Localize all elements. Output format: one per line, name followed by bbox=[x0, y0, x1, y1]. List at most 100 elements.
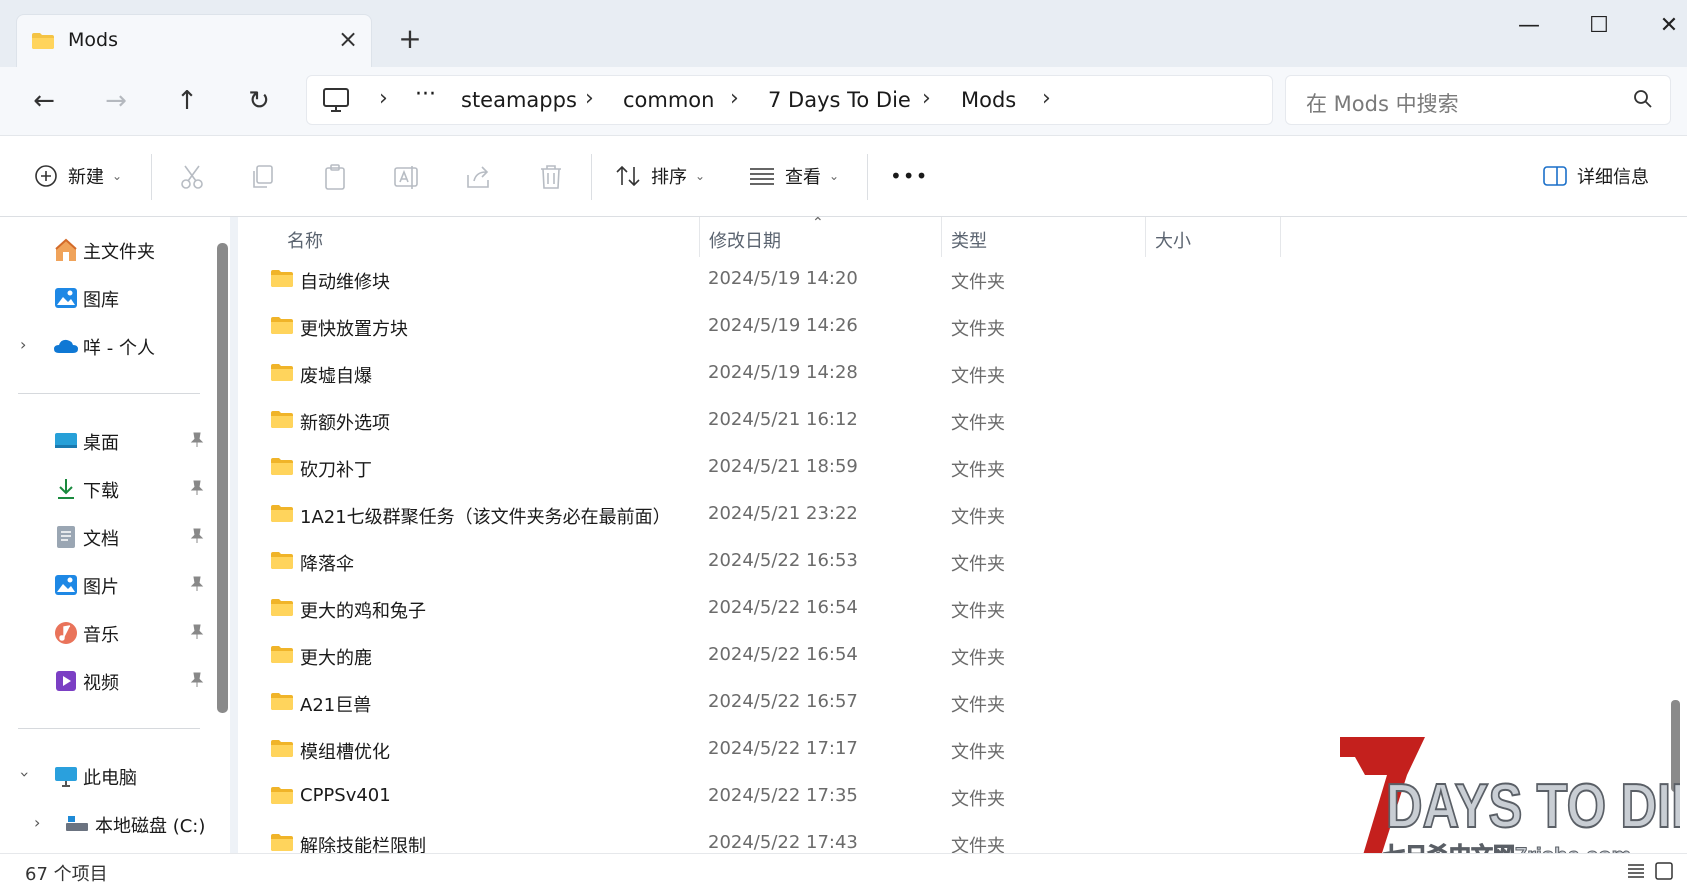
column-header-date[interactable]: 修改日期 bbox=[709, 227, 781, 253]
tab-mods[interactable]: Mods × bbox=[16, 14, 372, 68]
more-options-button[interactable]: ••• bbox=[890, 156, 928, 196]
rename-icon[interactable] bbox=[392, 162, 422, 192]
chevron-right-icon[interactable]: › bbox=[922, 86, 931, 111]
table-row[interactable]: A21巨兽 2024/5/22 16:57 文件夹 bbox=[238, 680, 1438, 724]
folder-icon bbox=[271, 834, 293, 851]
table-row[interactable]: 更快放置方块 2024/5/19 14:26 文件夹 bbox=[238, 304, 1438, 348]
file-date: 2024/5/21 16:12 bbox=[708, 409, 858, 430]
folder-icon bbox=[271, 599, 293, 616]
table-row[interactable]: 更大的鸡和兔子 2024/5/22 16:54 文件夹 bbox=[238, 586, 1438, 630]
folder-icon bbox=[271, 505, 293, 522]
new-button[interactable]: 新建 ⌄ bbox=[34, 156, 122, 196]
minimize-button[interactable]: — bbox=[1502, 8, 1556, 44]
view-button[interactable]: 查看 ⌄ bbox=[749, 156, 839, 196]
breadcrumb-common[interactable]: common bbox=[623, 88, 714, 112]
pin-icon[interactable] bbox=[188, 623, 206, 641]
delete-icon[interactable] bbox=[536, 162, 566, 192]
file-type: 文件夹 bbox=[951, 789, 1005, 810]
sidebar-item-desktop[interactable]: 桌面 bbox=[0, 421, 215, 461]
search-input[interactable]: 在 Mods 中搜索 bbox=[1306, 88, 1459, 118]
pin-icon[interactable] bbox=[188, 527, 206, 545]
column-divider[interactable] bbox=[1145, 217, 1146, 257]
sidebar-item-music[interactable]: 音乐 bbox=[0, 613, 215, 653]
close-tab-icon[interactable]: × bbox=[333, 24, 363, 54]
file-name: 废墟自爆 bbox=[300, 366, 372, 387]
navigation-bar: ← → ↑ ↻ › ··· steamapps › common › 7 Day… bbox=[0, 67, 1687, 135]
table-row[interactable]: 1A21七级群聚任务（该文件夹务必在最前面） 2024/5/21 23:22 文件夹 bbox=[238, 492, 1438, 536]
address-bar[interactable]: › ··· steamapps › common › 7 Days To Die… bbox=[306, 75, 1273, 125]
file-type: 文件夹 bbox=[951, 460, 1005, 481]
table-row[interactable]: 降落伞 2024/5/22 16:53 文件夹 bbox=[238, 539, 1438, 583]
computer-icon[interactable] bbox=[321, 87, 351, 113]
chevron-right-icon[interactable]: › bbox=[1042, 86, 1051, 111]
chevron-right-icon[interactable]: › bbox=[730, 86, 739, 111]
pin-icon[interactable] bbox=[188, 479, 206, 497]
column-header-name[interactable]: 名称 bbox=[287, 227, 323, 253]
chevron-down-icon: ⌄ bbox=[829, 169, 840, 183]
chevron-right-icon[interactable]: › bbox=[20, 335, 26, 354]
maximize-button[interactable]: ☐ bbox=[1572, 8, 1626, 44]
column-divider[interactable] bbox=[699, 217, 700, 257]
pin-icon[interactable] bbox=[188, 431, 206, 449]
chevron-down-icon[interactable]: › bbox=[16, 771, 35, 777]
file-date: 2024/5/21 18:59 bbox=[708, 456, 858, 477]
breadcrumb-7-days-to-die[interactable]: 7 Days To Die bbox=[768, 88, 911, 112]
search-box[interactable]: 在 Mods 中搜索 bbox=[1285, 75, 1671, 125]
sidebar-scrollbar[interactable] bbox=[217, 243, 228, 713]
column-divider[interactable] bbox=[1280, 217, 1281, 257]
details-view-icon[interactable] bbox=[1625, 860, 1647, 882]
table-row[interactable]: 砍刀补丁 2024/5/21 18:59 文件夹 bbox=[238, 445, 1438, 489]
sidebar-item-local-disk[interactable]: › 本地磁盘 (C:) bbox=[0, 804, 215, 844]
cut-icon[interactable] bbox=[177, 162, 207, 192]
breadcrumb-mods[interactable]: Mods bbox=[961, 88, 1016, 112]
sidebar-item-this-pc[interactable]: › 此电脑 bbox=[0, 756, 215, 796]
sidebar-item-downloads[interactable]: 下载 bbox=[0, 469, 215, 509]
command-bar: 新建 ⌄ 排序 ⌄ 查看 ⌄ ••• 详细信息 bbox=[0, 135, 1687, 217]
paste-icon[interactable] bbox=[320, 162, 350, 192]
column-header-type[interactable]: 类型 bbox=[951, 227, 987, 253]
breadcrumb-overflow[interactable]: ··· bbox=[415, 82, 436, 107]
forward-button[interactable]: → bbox=[94, 81, 138, 121]
table-row[interactable]: 废墟自爆 2024/5/19 14:28 文件夹 bbox=[238, 351, 1438, 395]
sort-up-icon: ⌃ bbox=[812, 215, 824, 231]
breadcrumb-steamapps[interactable]: steamapps bbox=[461, 88, 577, 112]
table-row[interactable]: CPPSv401 2024/5/22 17:35 文件夹 bbox=[238, 774, 1438, 818]
up-button[interactable]: ↑ bbox=[165, 81, 209, 121]
file-name: 降落伞 bbox=[300, 554, 354, 575]
sidebar-item-videos[interactable]: 视频 bbox=[0, 661, 215, 701]
details-pane-button[interactable]: 详细信息 bbox=[1543, 156, 1649, 196]
copy-icon[interactable] bbox=[248, 162, 278, 192]
table-row[interactable]: 模组槽优化 2024/5/22 17:17 文件夹 bbox=[238, 727, 1438, 771]
share-icon[interactable] bbox=[464, 162, 494, 192]
close-window-button[interactable]: ✕ bbox=[1642, 8, 1687, 44]
sidebar-item-home[interactable]: 主文件夹 bbox=[0, 230, 215, 270]
sort-button[interactable]: 排序 ⌄ bbox=[615, 156, 705, 196]
large-icons-view-icon[interactable] bbox=[1653, 860, 1675, 882]
sidebar-item-label: 音乐 bbox=[83, 625, 119, 646]
refresh-button[interactable]: ↻ bbox=[237, 81, 281, 121]
search-icon[interactable] bbox=[1632, 88, 1654, 110]
column-header-size[interactable]: 大小 bbox=[1155, 227, 1191, 253]
sidebar-item-documents[interactable]: 文档 bbox=[0, 517, 215, 557]
table-row[interactable]: 新额外选项 2024/5/21 16:12 文件夹 bbox=[238, 398, 1438, 442]
svg-text:DAYS TO DIE: DAYS TO DIE bbox=[1386, 772, 1680, 841]
sidebar-item-pictures[interactable]: 图片 bbox=[0, 565, 215, 605]
item-count: 67 个项目 bbox=[25, 864, 108, 885]
back-button[interactable]: ← bbox=[22, 81, 66, 121]
table-row[interactable]: 更大的鹿 2024/5/22 16:54 文件夹 bbox=[238, 633, 1438, 677]
pin-icon[interactable] bbox=[188, 575, 206, 593]
sidebar-item-label: 文档 bbox=[83, 529, 119, 550]
sidebar-item-onedrive[interactable]: › 咩 - 个人 bbox=[0, 326, 215, 366]
table-row[interactable]: 自动维修块 2024/5/19 14:20 文件夹 bbox=[238, 257, 1438, 301]
column-divider[interactable] bbox=[941, 217, 942, 257]
divider bbox=[18, 728, 200, 729]
file-date: 2024/5/22 16:53 bbox=[708, 550, 858, 571]
new-tab-button[interactable]: + bbox=[393, 22, 427, 56]
chevron-right-icon[interactable]: › bbox=[585, 86, 594, 111]
sidebar-item-gallery[interactable]: 图库 bbox=[0, 278, 215, 318]
sidebar-item-label: 桌面 bbox=[83, 433, 119, 454]
chevron-right-icon[interactable]: › bbox=[34, 813, 40, 832]
chevron-right-icon[interactable]: › bbox=[379, 86, 388, 111]
divider bbox=[151, 154, 152, 200]
pin-icon[interactable] bbox=[188, 671, 206, 689]
